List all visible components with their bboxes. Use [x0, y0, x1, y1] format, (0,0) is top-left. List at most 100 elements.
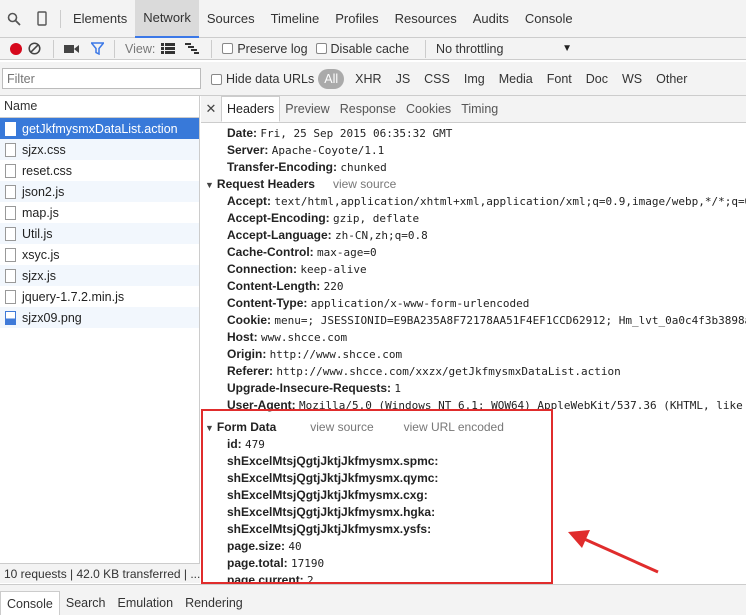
request-list-pane: Name getJkfmysmxDataList.action sjzx.css r…	[0, 96, 200, 565]
document-icon	[5, 268, 16, 283]
header-key: Accept-Encoding:	[227, 211, 330, 225]
triangle-down-icon: ▼	[205, 180, 214, 190]
header-key: Accept:	[227, 194, 272, 208]
request-name: jquery-1.7.2.min.js	[22, 289, 125, 304]
request-row[interactable]: reset.css	[0, 160, 199, 181]
request-row[interactable]: jquery-1.7.2.min.js	[0, 286, 199, 307]
filter-input[interactable]	[2, 68, 201, 89]
checkbox-box[interactable]	[222, 43, 234, 54]
request-header-row: Accept: text/html,application/xhtml+xml,…	[201, 193, 746, 210]
header-value: gzip, deflate	[333, 212, 420, 225]
filter-type-all[interactable]: All	[318, 69, 345, 89]
header-value: menu=; JSESSIONID=E9BA235A8F72178AA51F4E…	[274, 314, 746, 327]
tab-profiles[interactable]: Profiles	[327, 0, 386, 38]
clear-icon[interactable]	[28, 38, 41, 60]
tab-timing[interactable]: Timing	[456, 96, 503, 122]
large-rows-icon[interactable]	[161, 38, 176, 60]
request-row[interactable]: getJkfmysmxDataList.action	[0, 118, 199, 139]
filter-type-css[interactable]: CSS	[417, 72, 457, 86]
video-camera-icon[interactable]	[64, 38, 79, 60]
device-mode-icon[interactable]	[28, 5, 56, 33]
tab-network[interactable]: Network	[135, 0, 199, 38]
request-name: map.js	[22, 205, 59, 220]
document-icon	[5, 184, 16, 199]
header-key: Upgrade-Insecure-Requests:	[227, 381, 392, 395]
filter-type-media[interactable]: Media	[492, 72, 540, 86]
request-row[interactable]: xsyc.js	[0, 244, 199, 265]
request-row[interactable]: sjzx09.png	[0, 307, 199, 328]
tab-audits[interactable]: Audits	[465, 0, 517, 38]
detail-tab-strip: ✕ Headers Preview Response Cookies Timing	[201, 96, 746, 123]
header-value: Fri, 25 Sep 2015 06:35:32 GMT	[260, 127, 453, 140]
record-icon[interactable]	[10, 42, 22, 55]
tab-resources[interactable]: Resources	[387, 0, 465, 38]
request-list: getJkfmysmxDataList.action sjzx.css reset.…	[0, 118, 199, 328]
drawer-tab-rendering[interactable]: Rendering	[179, 591, 249, 615]
filter-type-other[interactable]: Other	[649, 72, 694, 86]
document-icon	[5, 289, 16, 304]
request-row[interactable]: Util.js	[0, 223, 199, 244]
request-header-row: Accept-Encoding: gzip, deflate	[201, 210, 746, 227]
request-row[interactable]: map.js	[0, 202, 199, 223]
tab-headers[interactable]: Headers	[221, 96, 281, 122]
request-row[interactable]: json2.js	[0, 181, 199, 202]
checkbox-box[interactable]	[211, 73, 222, 85]
filter-type-xhr[interactable]: XHR	[348, 72, 388, 86]
inspect-element-icon[interactable]	[0, 5, 28, 33]
disable-cache-checkbox[interactable]: Disable cache	[315, 38, 409, 60]
hide-data-urls-checkbox[interactable]: Hide data URLs	[211, 68, 314, 90]
dropdown-arrow-icon: ▼	[562, 43, 573, 54]
header-value: http://www.shcce.com/xxzx/getJkfmysmxDat…	[276, 365, 621, 378]
checkbox-box[interactable]	[315, 43, 327, 54]
header-value: max-age=0	[317, 246, 377, 259]
filter-type-ws[interactable]: WS	[615, 72, 649, 86]
request-name: sjzx.js	[22, 268, 57, 283]
request-header-row: Referer: http://www.shcce.com/xxzx/getJk…	[201, 363, 746, 380]
request-headers-section[interactable]: ▼ Request Headers view source	[201, 176, 746, 193]
filter-type-img[interactable]: Img	[457, 72, 492, 86]
close-icon[interactable]: ✕	[201, 96, 221, 122]
filter-type-doc[interactable]: Doc	[579, 72, 615, 86]
tab-cookies[interactable]: Cookies	[401, 96, 456, 122]
filter-type-js[interactable]: JS	[389, 72, 418, 86]
header-key: Cookie:	[227, 313, 272, 327]
document-icon	[5, 121, 16, 136]
request-name: getJkfmysmxDataList.action	[22, 121, 178, 136]
drawer-tab-search[interactable]: Search	[60, 591, 112, 615]
header-key: Date:	[227, 126, 258, 140]
view-source-link[interactable]: view source	[333, 177, 396, 191]
drawer-tab-console[interactable]: Console	[0, 591, 60, 615]
request-header-row: Cookie: menu=; JSESSIONID=E9BA235A8F7217…	[201, 312, 746, 329]
request-name: Util.js	[22, 226, 53, 241]
tab-sources[interactable]: Sources	[199, 0, 263, 38]
hide-data-urls-label: Hide data URLs	[226, 72, 315, 86]
filter-options: Hide data URLs All XHR JS CSS Img Media Font Do…	[211, 69, 694, 89]
toolbar-divider	[211, 39, 213, 58]
filter-funnel-icon[interactable]	[91, 38, 104, 60]
header-value: chunked	[340, 161, 387, 174]
throttling-select[interactable]: No throttling ▼	[436, 38, 572, 60]
drawer-tab-emulation[interactable]: Emulation	[111, 591, 179, 615]
header-value: 1	[394, 382, 402, 395]
tab-console[interactable]: Console	[517, 0, 581, 38]
tab-timeline[interactable]: Timeline	[263, 0, 328, 38]
request-name: sjzx09.png	[22, 310, 82, 325]
request-row[interactable]: sjzx.css	[0, 139, 199, 160]
annotation-arrow-icon	[568, 530, 659, 574]
header-value: zh-CN,zh;q=0.8	[335, 229, 428, 242]
document-icon	[5, 163, 16, 178]
tab-response[interactable]: Response	[335, 96, 401, 122]
preserve-log-checkbox[interactable]: Preserve log	[222, 38, 308, 60]
header-key: Origin:	[227, 347, 267, 361]
name-column-header[interactable]: Name	[0, 96, 199, 118]
header-key: Content-Type:	[227, 296, 308, 310]
tab-elements[interactable]: Elements	[65, 0, 135, 38]
request-header-row: Host: www.shcce.com	[201, 329, 746, 346]
drawer-tab-strip: Console Search Emulation Rendering	[0, 584, 746, 615]
filter-type-font[interactable]: Font	[540, 72, 579, 86]
header-value: 220	[323, 280, 344, 293]
overview-waterfall-icon[interactable]	[185, 38, 200, 60]
tab-preview[interactable]: Preview	[280, 96, 334, 122]
response-header-row: Date: Fri, 25 Sep 2015 06:35:32 GMT	[201, 125, 746, 142]
request-row[interactable]: sjzx.js	[0, 265, 199, 286]
